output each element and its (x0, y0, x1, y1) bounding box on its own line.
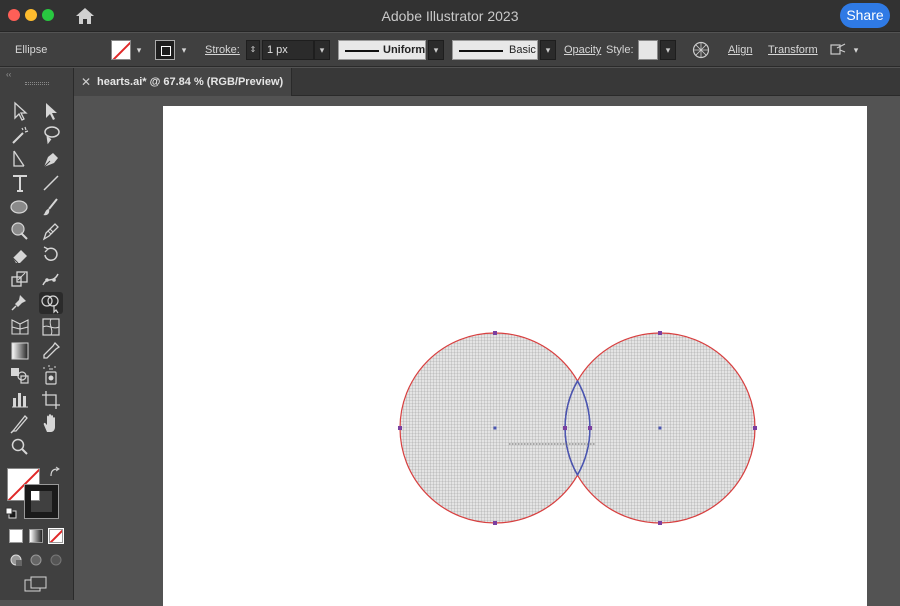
puppet-warp-tool-icon[interactable] (39, 268, 63, 290)
app-title: Adobe Illustrator 2023 (381, 8, 519, 24)
none-mode-icon[interactable] (48, 528, 64, 544)
eraser-tool-icon[interactable] (8, 244, 32, 266)
anchor-point (588, 426, 592, 430)
brush-label: Basic (509, 44, 536, 56)
zoom-tool-icon[interactable] (8, 436, 32, 458)
document-tab-bar: ✕ hearts.ai* @ 67.84 % (RGB/Preview) (74, 68, 900, 96)
panel-grip[interactable] (25, 82, 49, 85)
symbol-sprayer-tool-icon[interactable] (39, 364, 63, 386)
center-point (493, 426, 497, 430)
opacity-panel-link[interactable]: Opacity (564, 33, 601, 67)
style-label: Style: (606, 44, 634, 56)
swap-fill-stroke-icon[interactable] (48, 466, 62, 480)
title-bar: Adobe Illustrator 2023 Share (0, 0, 900, 32)
control-bar: Ellipse ▾ ▾ Stroke: ⇕ 1 px ▾ Uniform ▾ B… (0, 33, 900, 67)
magic-wand-tool-icon[interactable] (8, 124, 32, 146)
profile-chevron-icon[interactable]: ▾ (428, 40, 444, 60)
column-graph-tool-icon[interactable] (8, 388, 32, 410)
profile-label: Uniform (383, 44, 426, 56)
eyedropper-tool-icon[interactable] (39, 340, 63, 362)
perspective-grid-tool-icon[interactable] (8, 316, 32, 338)
canvas-area[interactable] (74, 97, 900, 606)
tab-close-icon[interactable]: ✕ (81, 68, 91, 96)
scale-tool-icon[interactable] (8, 268, 32, 290)
draw-inside-icon[interactable] (49, 553, 63, 567)
ellipse-tool-icon[interactable] (8, 196, 32, 218)
variable-width-profile-select[interactable]: Uniform (338, 40, 426, 60)
artboard[interactable] (163, 106, 867, 606)
anchor-point (658, 521, 662, 525)
stroke-weight-chevron-icon[interactable]: ▾ (314, 40, 330, 60)
tools-panel: ‹‹ (0, 68, 74, 600)
align-panel-link[interactable]: Align (728, 33, 752, 67)
draw-normal-icon[interactable] (9, 553, 23, 567)
direct-selection-tool-icon[interactable] (39, 100, 63, 122)
stroke-panel-link[interactable]: Stroke: (205, 33, 240, 67)
graphic-style-chevron-icon[interactable]: ▾ (660, 40, 676, 60)
isolate-selected-object-icon[interactable] (829, 42, 847, 58)
graphic-style-swatch[interactable] (638, 40, 658, 60)
fill-swatch[interactable] (111, 40, 131, 60)
uniform-stroke-preview (345, 50, 379, 52)
mesh-tool-icon[interactable] (39, 316, 63, 338)
hand-tool-icon[interactable] (39, 412, 63, 434)
transform-panel-link[interactable]: Transform (768, 33, 818, 67)
artwork[interactable] (163, 106, 867, 606)
lasso-tool-icon[interactable] (39, 124, 63, 146)
anchor-point (493, 521, 497, 525)
rotate-tool-icon[interactable] (39, 244, 63, 266)
paintbrush-tool-icon[interactable] (39, 196, 63, 218)
anchor-point (563, 426, 567, 430)
anchor-point (658, 331, 662, 335)
line-tool-icon[interactable] (39, 172, 63, 194)
shape-builder-tool-icon[interactable] (39, 292, 63, 314)
brush-chevron-icon[interactable]: ▾ (540, 40, 556, 60)
pen-tool-icon[interactable] (39, 148, 63, 170)
gradient-mode-icon[interactable] (29, 529, 43, 543)
screen-mode-icon[interactable] (24, 576, 48, 594)
document-tab-label: hearts.ai* @ 67.84 % (RGB/Preview) (97, 76, 284, 88)
anchor-point (493, 331, 497, 335)
anchor-point (398, 426, 402, 430)
stroke-dropdown-chevron-icon[interactable]: ▾ (178, 43, 190, 57)
center-point (658, 426, 662, 430)
panel-collapse-icon[interactable]: ‹‹ (6, 70, 11, 79)
current-tool-label: Ellipse (15, 44, 48, 56)
anchor-point (753, 426, 757, 430)
anchor-point-tool-icon[interactable] (8, 148, 32, 170)
gradient-tool-icon[interactable] (8, 340, 32, 362)
pencil-tool-icon[interactable] (39, 220, 63, 242)
default-fill-stroke-icon[interactable] (5, 506, 17, 519)
brush-definition-select[interactable]: Basic (452, 40, 538, 60)
basic-brush-preview (459, 50, 503, 52)
pin-tool-icon[interactable] (8, 292, 32, 314)
stroke-weight-stepper[interactable]: ⇕ (246, 40, 260, 60)
artboard-tool-icon[interactable] (39, 388, 63, 410)
type-tool-icon[interactable] (8, 172, 32, 194)
recolor-artwork-icon[interactable] (692, 41, 710, 59)
blend-tool-icon[interactable] (8, 364, 32, 386)
color-mode-icon[interactable] (9, 529, 23, 543)
stroke-swatch[interactable] (155, 40, 175, 60)
shaper-tool-icon[interactable] (8, 220, 32, 242)
slice-tool-icon[interactable] (8, 412, 32, 434)
document-tab[interactable]: ✕ hearts.ai* @ 67.84 % (RGB/Preview) (74, 68, 292, 96)
share-button[interactable]: Share (840, 3, 890, 28)
stroke-color-swatch[interactable] (24, 484, 59, 519)
fill-dropdown-chevron-icon[interactable]: ▾ (133, 43, 145, 57)
selection-tool-icon[interactable] (8, 100, 32, 122)
stroke-weight-field[interactable]: 1 px (262, 40, 314, 60)
panel-menu-chevron-icon[interactable]: ▾ (850, 43, 862, 57)
draw-behind-icon[interactable] (29, 553, 43, 567)
